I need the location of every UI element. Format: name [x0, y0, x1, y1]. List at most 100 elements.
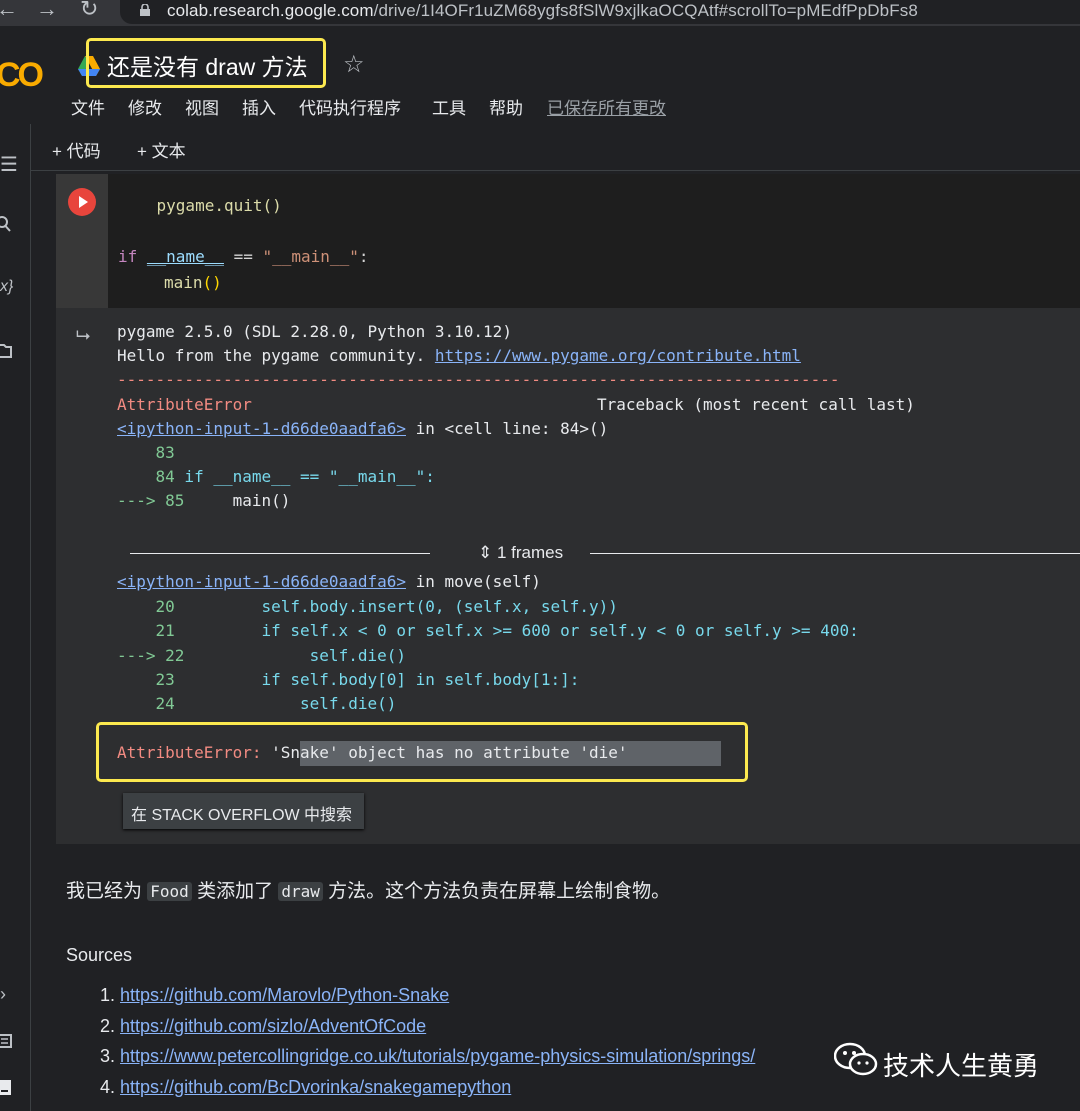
back-icon[interactable]: ←: [0, 0, 18, 22]
line-number: 23: [155, 670, 175, 689]
colab-logo[interactable]: CO: [0, 56, 44, 95]
source-link[interactable]: https://github.com/sizlo/AdventOfCode: [120, 1016, 426, 1036]
command-palette-icon[interactable]: [0, 1080, 12, 1096]
cell-toolbar: [31, 124, 1080, 171]
line-arrow: [117, 694, 156, 713]
source-link[interactable]: https://www.petercollingridge.co.uk/tuto…: [120, 1046, 755, 1066]
line-arrow: --->: [117, 646, 166, 665]
frames-divider-left: [130, 553, 430, 554]
final-error-type: AttributeError:: [117, 743, 262, 762]
traceback-heading: Traceback (most recent call last): [597, 395, 915, 414]
menu-runtime[interactable]: 代码执行程序: [299, 94, 401, 119]
line-code: self.die(): [184, 646, 406, 665]
code-line-main: main(): [164, 273, 222, 292]
traceback-frame-link[interactable]: <ipython-input-1-d66de0aadfa6>: [117, 419, 406, 438]
run-cell-button[interactable]: [68, 188, 96, 216]
md-text-part: 方法。这个方法负责在屏幕上绘制食物。: [322, 881, 671, 902]
url-text[interactable]: colab.research.google.com/drive/1I4OFr1u…: [167, 1, 918, 21]
traceback-line: 21 if self.x < 0 or self.x >= 600 or sel…: [117, 621, 859, 640]
saved-status[interactable]: 已保存所有更改: [547, 94, 666, 119]
code-editor[interactable]: [108, 174, 1080, 308]
collapsed-frames-toggle[interactable]: ⇕ 1 frames: [478, 543, 563, 563]
code-colon: :: [358, 247, 369, 266]
line-number: 24: [155, 694, 175, 713]
list-number: 4.: [100, 1077, 116, 1097]
code-variable: __name__: [146, 247, 224, 266]
lock-icon: [140, 4, 150, 16]
url-path: /drive/1I4OFr1uZM68ygfs8fSlW9xjlkaOCQAtf…: [373, 1, 918, 20]
star-icon[interactable]: ☆: [343, 50, 365, 79]
frames-divider-right: [590, 553, 1080, 554]
code-line-quit: pygame.quit(): [118, 196, 282, 215]
add-text-button[interactable]: + 文本: [137, 137, 186, 162]
line-code: main(): [184, 491, 291, 510]
traceback-line: 83: [117, 443, 175, 462]
list-number: 1.: [100, 985, 116, 1005]
frames-count: 1 frames: [496, 543, 564, 562]
line-arrow: [117, 443, 156, 462]
line-number: 83: [155, 443, 175, 462]
markdown-paragraph: 我已经为 Food 类添加了 draw 方法。这个方法负责在屏幕上绘制食物。: [66, 876, 670, 903]
traceback-frame-location: in <cell line: 84>(): [405, 419, 609, 438]
line-arrow: --->: [117, 491, 166, 510]
menu-help[interactable]: 帮助: [489, 94, 523, 119]
traceback-frame-2: <ipython-input-1-d66de0aadfa6> in move(s…: [117, 572, 541, 591]
traceback-line: 24 self.die(): [117, 694, 397, 713]
pygame-contribute-link[interactable]: https://www.pygame.org/contribute.html: [435, 346, 801, 365]
reload-icon[interactable]: ↻: [80, 0, 98, 22]
traceback-line: 84 if __name__ == "__main__":: [117, 467, 435, 486]
add-code-button[interactable]: + 代码: [52, 137, 101, 162]
traceback-line: 23 if self.body[0] in self.body[1:]:: [117, 670, 580, 689]
menu-edit[interactable]: 修改: [128, 94, 162, 119]
menu-view[interactable]: 视图: [185, 94, 219, 119]
output-line-hello: Hello from the pygame community. https:/…: [117, 346, 801, 365]
list-item: 4. https://github.com/BcDvorinka/snakega…: [100, 1077, 511, 1098]
menu-file[interactable]: 文件: [71, 94, 105, 119]
line-code: if __name__ == "__main__":: [174, 467, 435, 486]
line-arrow: [117, 621, 156, 640]
code-string: "__main__": [262, 247, 359, 266]
watermark-text: 技术人生黄勇: [883, 1051, 1040, 1081]
traceback-line: ---> 22 self.die(): [117, 646, 406, 665]
line-code: if self.x < 0 or self.x >= 600 or self.y…: [174, 621, 859, 640]
code-line-if: if __name__ == "__main__":: [118, 247, 368, 266]
traceback-frame-link[interactable]: <ipython-input-1-d66de0aadfa6>: [117, 572, 406, 591]
toc-icon[interactable]: ☰: [0, 152, 18, 177]
code-paren: (): [202, 273, 222, 292]
traceback-line: 20 self.body.insert(0, (self.x, self.y)): [117, 597, 618, 616]
source-link[interactable]: https://github.com/Marovlo/Python-Snake: [120, 985, 449, 1005]
final-error-line: AttributeError: 'Snake' object has no at…: [117, 743, 628, 762]
list-number: 3.: [100, 1046, 116, 1066]
inline-code-food: Food: [147, 882, 192, 901]
inline-code-draw: draw: [278, 882, 323, 901]
md-text-part: 我已经为: [66, 881, 148, 902]
source-link[interactable]: https://github.com/BcDvorinka/snakegamep…: [120, 1077, 511, 1097]
line-arrow: [117, 670, 156, 689]
list-item: 3. https://www.petercollingridge.co.uk/t…: [100, 1046, 755, 1067]
url-host: colab.research.google.com: [167, 1, 374, 20]
notebook-title[interactable]: 还是没有 draw 方法: [107, 48, 308, 82]
code-text: pygame.quit(): [118, 196, 282, 215]
forward-icon[interactable]: →: [36, 0, 58, 22]
line-number: 20: [155, 597, 175, 616]
traceback-frame-1: <ipython-input-1-d66de0aadfa6> in <cell …: [117, 419, 608, 438]
wechat-icon: [834, 1042, 878, 1076]
terminal-icon[interactable]: [0, 1034, 12, 1048]
list-number: 2.: [100, 1016, 116, 1036]
line-arrow: [117, 597, 156, 616]
line-code: self.die(): [174, 694, 397, 713]
md-text-part: 类添加了: [191, 881, 279, 902]
menu-tools[interactable]: 工具: [432, 94, 466, 119]
folder-icon[interactable]: [0, 342, 12, 358]
traceback-line: ---> 85 main(): [117, 491, 290, 510]
line-code: self.body.insert(0, (self.x, self.y)): [174, 597, 618, 616]
menu-insert[interactable]: 插入: [242, 94, 276, 119]
search-icon[interactable]: [0, 216, 12, 234]
code-call: main: [164, 273, 203, 292]
chevron-right-icon[interactable]: ›: [0, 984, 6, 1005]
expand-collapse-icon: ⇕: [478, 543, 497, 562]
error-type: AttributeError: [117, 395, 252, 414]
output-icon[interactable]: ⮡: [76, 325, 90, 346]
left-sidebar: [0, 124, 31, 1111]
variables-icon[interactable]: x}: [0, 278, 13, 296]
